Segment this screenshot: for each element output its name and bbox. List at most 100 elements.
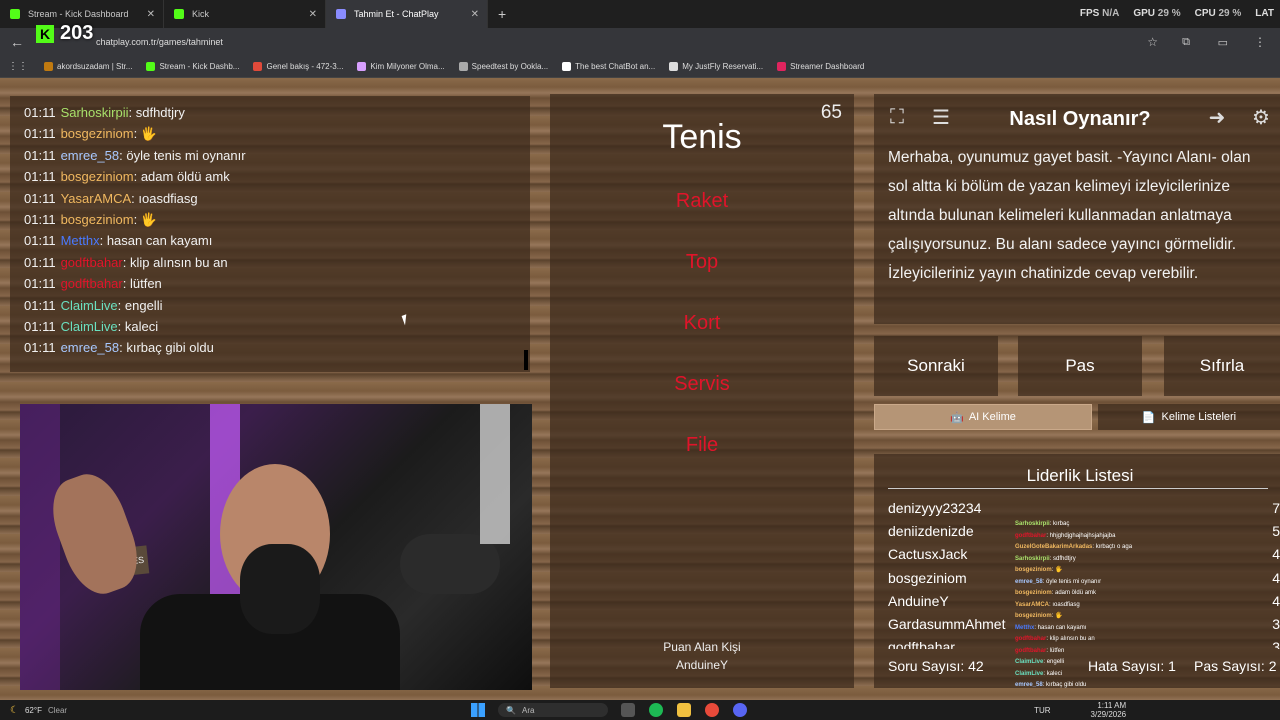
- overlay-line: bosgeziniom: 🖐: [1015, 611, 1242, 623]
- chat-user[interactable]: ClaimLive: [61, 319, 118, 334]
- leaderboard-name: denizyyy23234: [888, 500, 982, 516]
- overlay-line: bosgeziniom: 🖐: [1015, 565, 1242, 577]
- robot-icon: 🤖: [950, 411, 964, 424]
- chat-line: 01:11 godftbahar: klip alınsın bu an: [24, 252, 530, 273]
- chat-user[interactable]: Metthx: [61, 233, 100, 248]
- menu-icon[interactable]: ⋮: [1254, 35, 1266, 49]
- url-field[interactable]: chatplay.com.tr/games/tahminet: [96, 37, 223, 47]
- bookmark-item[interactable]: Stream - Kick Dashb...: [146, 62, 239, 71]
- chat-user[interactable]: YasarAMCA: [61, 191, 132, 206]
- taboo-word: Servis: [674, 373, 730, 395]
- chat-user[interactable]: ClaimLive: [61, 298, 118, 313]
- game-page: 01:11 Sarhoskirpii: sdfhdtjry 01:11 bosgezi…: [0, 78, 1280, 700]
- overlay-line: emree_58: öyle tenis mi oynanır: [1015, 577, 1242, 589]
- overlay-line: godftbahar: hhjghdjghajhajhsjahjajba: [1015, 531, 1242, 543]
- bookmark-item[interactable]: Genel bakış - 472-3...: [253, 62, 343, 71]
- taboo-word: Kort: [683, 312, 721, 334]
- gpu-stat: GPU 29 %: [1133, 8, 1180, 19]
- exit-icon[interactable]: ➜: [1202, 102, 1232, 132]
- chat-user[interactable]: godftbahar: [61, 255, 123, 270]
- task-view-icon[interactable]: [621, 703, 636, 717]
- pass-count: Pas Sayısı: 2: [1194, 658, 1277, 674]
- overlay-line: godftbahar: klip alınsın bu an: [1015, 634, 1242, 646]
- question-count: Soru Sayısı: 42: [888, 658, 984, 674]
- viewer-count: 203: [60, 22, 94, 44]
- overlay-message: : kırbaç: [1049, 521, 1070, 527]
- chat-user[interactable]: godftbahar: [61, 276, 123, 291]
- chat-time: 01:11: [24, 276, 56, 292]
- leaderboard-name: AnduineY: [888, 592, 949, 609]
- bookmark-item[interactable]: Speedtest by Ookla...: [458, 62, 549, 71]
- next-button[interactable]: Sonraki: [874, 336, 998, 396]
- list-icon: 📄: [1141, 411, 1156, 424]
- chat-message: klip alınsın bu an: [129, 254, 228, 270]
- cpu-value: 29 %: [1218, 8, 1242, 19]
- weather-condition: Clear: [47, 705, 68, 715]
- chat-message: öyle tenis mi oynanır: [126, 147, 246, 163]
- chat-line: 01:11 bosgeziniom: 🖐: [24, 209, 530, 230]
- overlay-line: Sarhoskirpii: kırbaç: [1015, 519, 1242, 531]
- search-icon: 🔍: [506, 705, 517, 715]
- overlay-user: GuzelGoteBakarimArkadas: [1015, 544, 1093, 550]
- new-tab-icon[interactable]: +: [498, 6, 506, 22]
- chat-colon: :: [133, 169, 141, 185]
- chat-user[interactable]: bosgeziniom: [61, 212, 134, 227]
- windows-start-icon[interactable]: [471, 703, 486, 717]
- word-lists-button[interactable]: 📄 Kelime Listeleri: [1098, 404, 1280, 430]
- weather-temp: 62°F: [24, 705, 42, 715]
- chat-colon: :: [117, 318, 125, 334]
- overlay-message: : klip alınsın bu an: [1046, 636, 1095, 642]
- gear-icon[interactable]: ⚙: [1246, 102, 1276, 132]
- chat-user[interactable]: bosgeziniom: [61, 126, 134, 141]
- close-tab-icon[interactable]: ✕: [147, 9, 155, 20]
- close-tab-icon[interactable]: ✕: [309, 9, 317, 20]
- leaderboard-name: GardasummAhmet: [888, 616, 1006, 632]
- kick-viewer-badge: K 203: [36, 22, 93, 45]
- word-lists-label: Kelime Listeleri: [1161, 411, 1237, 423]
- bookmark-item[interactable]: Kim Milyoner Olma...: [357, 62, 445, 71]
- chat-user[interactable]: Sarhoskirpii: [61, 105, 129, 120]
- overlay-user: Sarhoskirpii: [1015, 521, 1050, 527]
- bookmark-item[interactable]: My JustFly Reservati...: [669, 62, 763, 71]
- bookmark-label: Speedtest by Ookla...: [471, 62, 549, 71]
- ai-word-button[interactable]: 🤖 AI Kelime: [874, 404, 1092, 430]
- overlay-message: : 🖐: [1051, 613, 1063, 619]
- bookmark-star-icon[interactable]: ☆: [1147, 35, 1158, 49]
- bookmark-item[interactable]: The best ChatBot an...: [562, 62, 655, 71]
- webcam-light: [20, 404, 60, 690]
- chat-user[interactable]: emree_58: [61, 148, 120, 163]
- chat-user[interactable]: bosgeziniom: [61, 169, 134, 184]
- file-explorer-icon[interactable]: [677, 703, 692, 717]
- bookmark-item[interactable]: Streamer Dashboard: [777, 62, 864, 71]
- overlay-line: bosgeziniom: adam öldü amk: [1015, 588, 1242, 600]
- leaderboard-divider: [888, 488, 1268, 489]
- chat-user[interactable]: emree_58: [61, 340, 120, 355]
- bookmark-label: My JustFly Reservati...: [682, 62, 764, 71]
- close-tab-icon[interactable]: ✕: [471, 9, 479, 20]
- language-indicator[interactable]: TUR: [1034, 706, 1050, 715]
- overlay-message: : 🖐: [1051, 567, 1063, 573]
- leaderboard-name: CactusxJack: [888, 546, 968, 563]
- bookmark-item[interactable]: akordsuzadam | Str...: [44, 62, 132, 71]
- chat-message: lütfen: [129, 276, 162, 292]
- chat-scrollbar[interactable]: [524, 350, 528, 370]
- clock[interactable]: 1:11 AM 3/29/2026: [1091, 701, 1127, 719]
- spotify-icon[interactable]: [649, 703, 664, 717]
- extensions-icon[interactable]: ⧉: [1182, 36, 1190, 49]
- chat-time: 01:11: [24, 340, 56, 356]
- apps-grid-icon[interactable]: ⋮⋮: [8, 61, 28, 72]
- tab-kick[interactable]: Kick ✕: [164, 0, 326, 28]
- chat-message: 🖐: [140, 211, 157, 227]
- back-arrow-icon[interactable]: ←: [10, 34, 26, 50]
- sidepanel-icon[interactable]: ▭: [1218, 36, 1228, 49]
- chrome-icon[interactable]: [705, 703, 720, 717]
- discord-icon[interactable]: [733, 703, 748, 717]
- reset-button[interactable]: Sıfırla: [1164, 336, 1280, 396]
- windows-taskbar: ☾ 62°F Clear 🔍 Ara TUR 1:11 AM 3/29/2026: [0, 700, 1280, 720]
- webcam-mic-arm: [480, 404, 510, 544]
- pass-button[interactable]: Pas: [1018, 336, 1142, 396]
- taskbar-search[interactable]: 🔍 Ara: [498, 703, 609, 717]
- tab-chatplay[interactable]: Tahmin Et - ChatPlay ✕: [326, 0, 488, 28]
- bookmark-favicon-icon: [146, 62, 156, 71]
- taboo-word: File: [685, 434, 719, 456]
